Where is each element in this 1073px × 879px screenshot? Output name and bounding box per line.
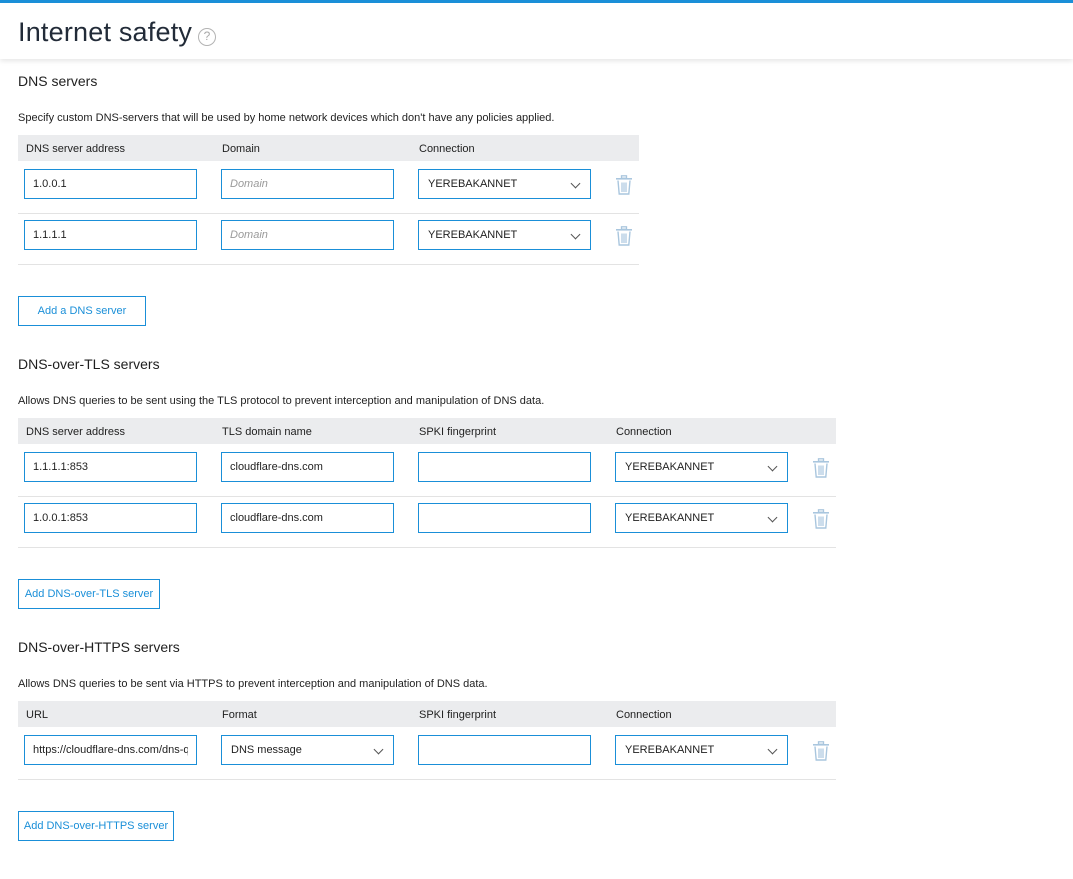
dot-tls-domain-input[interactable] — [221, 452, 394, 482]
row-divider — [18, 547, 836, 548]
trash-icon[interactable] — [812, 509, 830, 529]
column-header-spki: SPKI fingerprint — [419, 709, 497, 721]
row-divider — [18, 496, 836, 497]
trash-icon[interactable] — [615, 175, 633, 195]
dot-spki-input[interactable] — [418, 452, 591, 482]
dot-spki-input[interactable] — [418, 503, 591, 533]
column-header-spki: SPKI fingerprint — [419, 426, 497, 438]
chevron-down-icon — [373, 744, 384, 755]
column-header-domain: Domain — [222, 143, 260, 155]
select-value: YEREBAKANNET — [625, 461, 715, 473]
dot-address-input[interactable] — [24, 503, 197, 533]
column-header-tls-domain: TLS domain name — [222, 426, 312, 438]
chevron-down-icon — [570, 178, 581, 189]
page-header: Internet safety ? — [0, 0, 1073, 59]
dot-section-title: DNS-over-TLS servers — [18, 356, 160, 372]
doh-connection-select[interactable]: YEREBAKANNET — [615, 735, 788, 765]
doh-section-description: Allows DNS queries to be sent via HTTPS … — [18, 678, 488, 690]
column-header-connection: Connection — [616, 426, 672, 438]
dns-connection-select[interactable]: YEREBAKANNET — [418, 220, 591, 250]
dot-connection-select[interactable]: YEREBAKANNET — [615, 503, 788, 533]
select-value: YEREBAKANNET — [428, 178, 518, 190]
column-header-url: URL — [26, 709, 49, 721]
trash-icon[interactable] — [812, 741, 830, 761]
help-icon[interactable]: ? — [198, 28, 216, 46]
dns-table-header: DNS server address Domain Connection — [18, 135, 639, 161]
select-value: YEREBAKANNET — [625, 512, 715, 524]
trash-icon[interactable] — [812, 458, 830, 478]
select-value: YEREBAKANNET — [428, 229, 518, 241]
add-doh-server-button[interactable]: Add DNS-over-HTTPS server — [18, 811, 174, 841]
dns-section-title: DNS servers — [18, 73, 98, 89]
doh-spki-input[interactable] — [418, 735, 591, 765]
column-header-connection: Connection — [616, 709, 672, 721]
page-title: Internet safety — [18, 17, 193, 47]
dot-address-input[interactable] — [24, 452, 197, 482]
column-header-connection: Connection — [419, 143, 475, 155]
chevron-down-icon — [767, 744, 778, 755]
doh-section-title: DNS-over-HTTPS servers — [18, 639, 180, 655]
add-dot-server-button[interactable]: Add DNS-over-TLS server — [18, 579, 160, 609]
row-divider — [18, 213, 639, 214]
dns-domain-input[interactable] — [221, 169, 394, 199]
dns-connection-select[interactable]: YEREBAKANNET — [418, 169, 591, 199]
dot-section-description: Allows DNS queries to be sent using the … — [18, 395, 545, 407]
column-header-format: Format — [222, 709, 257, 721]
add-dns-server-button[interactable]: Add a DNS server — [18, 296, 146, 326]
dns-section-description: Specify custom DNS-servers that will be … — [18, 112, 555, 124]
chevron-down-icon — [767, 512, 778, 523]
dns-domain-input[interactable] — [221, 220, 394, 250]
column-header-address: DNS server address — [26, 426, 126, 438]
column-header-address: DNS server address — [26, 143, 126, 155]
select-value: DNS message — [231, 744, 302, 756]
chevron-down-icon — [570, 229, 581, 240]
chevron-down-icon — [767, 461, 778, 472]
dot-table-header: DNS server address TLS domain name SPKI … — [18, 418, 836, 444]
dot-tls-domain-input[interactable] — [221, 503, 394, 533]
row-divider — [18, 779, 836, 780]
doh-url-input[interactable] — [24, 735, 197, 765]
row-divider — [18, 264, 639, 265]
select-value: YEREBAKANNET — [625, 744, 715, 756]
dns-address-input[interactable] — [24, 220, 197, 250]
dns-address-input[interactable] — [24, 169, 197, 199]
doh-table-header: URL Format SPKI fingerprint Connection — [18, 701, 836, 727]
dot-connection-select[interactable]: YEREBAKANNET — [615, 452, 788, 482]
doh-format-select[interactable]: DNS message — [221, 735, 394, 765]
trash-icon[interactable] — [615, 226, 633, 246]
